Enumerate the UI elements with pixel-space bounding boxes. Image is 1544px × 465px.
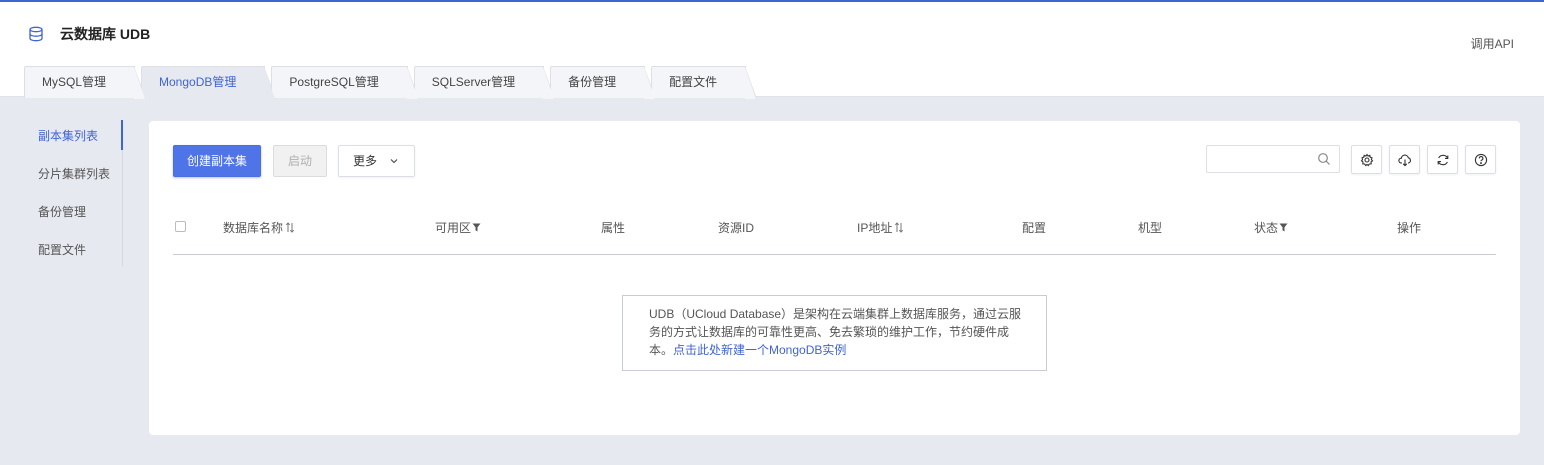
- tab-backup[interactable]: 备份管理: [550, 66, 657, 99]
- empty-state-line-3-prefix: 本。: [649, 343, 674, 357]
- app-title: 云数据库 UDB: [28, 24, 150, 44]
- empty-state-line-2: 务的方式让数据库的可靠性更高、免去繁琐的维护工作，节约硬件成: [649, 325, 1010, 339]
- column-ip-label: IP地址: [857, 221, 893, 235]
- column-status-label: 状态: [1254, 221, 1279, 235]
- sort-icon[interactable]: [894, 222, 904, 233]
- column-actions: 操作: [1397, 219, 1421, 236]
- tab-postgresql[interactable]: PostgreSQL管理: [271, 66, 420, 99]
- download-button[interactable]: [1389, 145, 1420, 174]
- column-zone: 可用区: [435, 219, 481, 236]
- sidebar-item-sharded-clusters[interactable]: 分片集群列表: [24, 158, 122, 196]
- tab-mongodb[interactable]: MongoDB管理: [141, 66, 277, 99]
- filter-icon[interactable]: [1279, 223, 1288, 232]
- column-actions-label: 操作: [1397, 221, 1422, 235]
- api-link[interactable]: 调用API: [1471, 35, 1514, 52]
- column-resource-id-label: 资源ID: [718, 221, 755, 235]
- create-replica-set-button[interactable]: 创建副本集: [173, 145, 261, 177]
- empty-state: UDB（UCloud Database）是架构在云端集群上数据库服务，通过云服 …: [622, 295, 1047, 371]
- table-header: 数据库名称 可用区 属性 资源ID IP地址 配置 机型 状态 操作: [173, 211, 1496, 255]
- sidebar: 副本集列表 分片集群列表 备份管理 配置文件: [24, 120, 123, 266]
- create-instance-link[interactable]: 点击此处新建一个MongoDB实例: [673, 343, 846, 357]
- column-config: 配置: [1022, 219, 1046, 236]
- sidebar-item-backup[interactable]: 备份管理: [24, 196, 122, 234]
- column-config-label: 配置: [1022, 221, 1047, 235]
- search-icon[interactable]: [1317, 152, 1331, 166]
- refresh-icon: [1437, 154, 1448, 165]
- column-machine-type: 机型: [1138, 219, 1162, 236]
- column-resource-id: 资源ID: [718, 219, 754, 236]
- main-panel: 创建副本集 启动 更多 数据库名称 可用区 属性 资源ID IP地址 配置 机型…: [149, 121, 1520, 435]
- empty-state-line-3: 本。点击此处新建一个MongoDB实例: [649, 341, 1046, 359]
- tab-bar: MySQL管理 MongoDB管理 PostgreSQL管理 SQLServer…: [24, 66, 758, 99]
- column-zone-label: 可用区: [435, 221, 472, 235]
- database-icon: [29, 26, 43, 42]
- sidebar-item-replica-sets[interactable]: 副本集列表: [24, 120, 123, 158]
- more-label: 更多: [353, 154, 378, 168]
- chevron-down-icon: [390, 159, 398, 164]
- column-db-name: 数据库名称: [223, 219, 295, 236]
- gear-icon: [1360, 153, 1373, 166]
- column-db-name-label: 数据库名称: [223, 221, 284, 235]
- column-attribute: 属性: [601, 219, 625, 236]
- tab-mysql[interactable]: MySQL管理: [24, 66, 147, 99]
- refresh-button[interactable]: [1427, 145, 1458, 174]
- select-all-checkbox[interactable]: [175, 221, 186, 232]
- tab-sqlserver[interactable]: SQLServer管理: [413, 66, 556, 99]
- cloud-download-icon: [1397, 154, 1411, 166]
- search-box[interactable]: [1206, 145, 1340, 173]
- header: 云数据库 UDB 调用API MySQL管理 MongoDB管理 Postgre…: [0, 2, 1544, 99]
- column-status: 状态: [1254, 219, 1288, 236]
- column-ip: IP地址: [857, 219, 904, 236]
- help-button[interactable]: [1465, 145, 1496, 174]
- start-button: 启动: [273, 145, 327, 177]
- filter-icon[interactable]: [472, 223, 481, 232]
- column-machine-type-label: 机型: [1138, 221, 1163, 235]
- search-input[interactable]: [1207, 146, 1307, 172]
- empty-state-line-1: UDB（UCloud Database）是架构在云端集群上数据库服务，通过云服: [649, 307, 1022, 321]
- settings-button[interactable]: [1351, 145, 1382, 174]
- sidebar-item-config[interactable]: 配置文件: [24, 234, 122, 272]
- app-title-text: 云数据库 UDB: [60, 26, 151, 42]
- column-attribute-label: 属性: [601, 221, 626, 235]
- sort-icon[interactable]: [285, 222, 295, 233]
- more-dropdown[interactable]: 更多: [338, 145, 415, 177]
- help-icon: [1474, 153, 1487, 166]
- tab-config[interactable]: 配置文件: [651, 66, 758, 99]
